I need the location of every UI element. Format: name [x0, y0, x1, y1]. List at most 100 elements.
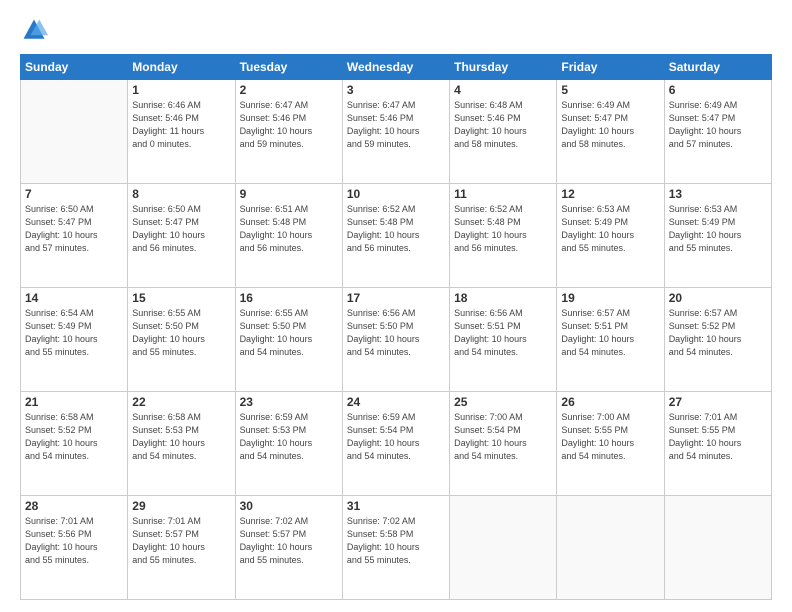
table-row [21, 80, 128, 184]
day-info: Sunrise: 6:49 AM Sunset: 5:47 PM Dayligh… [669, 99, 767, 151]
table-row: 4 Sunrise: 6:48 AM Sunset: 5:46 PM Daylig… [450, 80, 557, 184]
table-row: 27Sunrise: 7:01 AM Sunset: 5:55 PM Dayli… [664, 392, 771, 496]
day-number: 1 [132, 83, 230, 97]
col-header-monday: Monday [128, 55, 235, 80]
header [20, 16, 772, 44]
day-number: 26 [561, 395, 659, 409]
day-info: Sunrise: 6:48 AM Sunset: 5:46 PM Dayligh… [454, 99, 552, 151]
table-row: 18 Sunrise: 6:56 AM Sunset: 5:51 PM Dayli… [450, 288, 557, 392]
table-row: 12 Sunrise: 6:53 AM Sunset: 5:49 PM Dayli… [557, 184, 664, 288]
table-row: 19Sunrise: 6:57 AM Sunset: 5:51 PM Dayli… [557, 288, 664, 392]
day-info: Sunrise: 6:57 AM Sunset: 5:52 PM Dayligh… [669, 307, 767, 359]
day-number: 16 [240, 291, 338, 305]
day-info: Sunrise: 7:02 AM Sunset: 5:57 PM Dayligh… [240, 515, 338, 567]
day-number: 31 [347, 499, 445, 513]
day-info: Sunrise: 6:53 AM Sunset: 5:49 PM Dayligh… [561, 203, 659, 255]
week-row-3: 21Sunrise: 6:58 AM Sunset: 5:52 PM Dayli… [21, 392, 772, 496]
table-row: 20 Sunrise: 6:57 AM Sunset: 5:52 PM Dayli… [664, 288, 771, 392]
day-number: 13 [669, 187, 767, 201]
day-number: 4 [454, 83, 552, 97]
day-number: 19 [561, 291, 659, 305]
day-info: Sunrise: 7:00 AM Sunset: 5:55 PM Dayligh… [561, 411, 659, 463]
table-row: 5 Sunrise: 6:49 AM Sunset: 5:47 PM Daylig… [557, 80, 664, 184]
table-row: 10 Sunrise: 6:52 AM Sunset: 5:48 PM Dayli… [342, 184, 449, 288]
day-info: Sunrise: 6:52 AM Sunset: 5:48 PM Dayligh… [454, 203, 552, 255]
day-number: 8 [132, 187, 230, 201]
day-number: 6 [669, 83, 767, 97]
day-info: Sunrise: 6:47 AM Sunset: 5:46 PM Dayligh… [240, 99, 338, 151]
table-row: 17 Sunrise: 6:56 AM Sunset: 5:50 PM Dayli… [342, 288, 449, 392]
table-row: 7 Sunrise: 6:50 AM Sunset: 5:47 PM Daylig… [21, 184, 128, 288]
day-info: Sunrise: 6:51 AM Sunset: 5:48 PM Dayligh… [240, 203, 338, 255]
day-info: Sunrise: 6:59 AM Sunset: 5:54 PM Dayligh… [347, 411, 445, 463]
day-info: Sunrise: 7:01 AM Sunset: 5:55 PM Dayligh… [669, 411, 767, 463]
table-row: 14 Sunrise: 6:54 AM Sunset: 5:49 PM Dayli… [21, 288, 128, 392]
day-number: 15 [132, 291, 230, 305]
day-number: 7 [25, 187, 123, 201]
day-info: Sunrise: 6:59 AM Sunset: 5:53 PM Dayligh… [240, 411, 338, 463]
table-row: 25Sunrise: 7:00 AM Sunset: 5:54 PM Dayli… [450, 392, 557, 496]
day-info: Sunrise: 7:02 AM Sunset: 5:58 PM Dayligh… [347, 515, 445, 567]
table-row: 11 Sunrise: 6:52 AM Sunset: 5:48 PM Dayli… [450, 184, 557, 288]
day-number: 10 [347, 187, 445, 201]
table-row: 6 Sunrise: 6:49 AM Sunset: 5:47 PM Daylig… [664, 80, 771, 184]
day-info: Sunrise: 6:55 AM Sunset: 5:50 PM Dayligh… [132, 307, 230, 359]
col-header-friday: Friday [557, 55, 664, 80]
table-row: 8 Sunrise: 6:50 AM Sunset: 5:47 PM Daylig… [128, 184, 235, 288]
day-info: Sunrise: 6:50 AM Sunset: 5:47 PM Dayligh… [132, 203, 230, 255]
day-info: Sunrise: 7:01 AM Sunset: 5:56 PM Dayligh… [25, 515, 123, 567]
week-row-2: 14 Sunrise: 6:54 AM Sunset: 5:49 PM Dayli… [21, 288, 772, 392]
day-number: 20 [669, 291, 767, 305]
table-row: 23 Sunrise: 6:59 AM Sunset: 5:53 PM Dayli… [235, 392, 342, 496]
table-row: 13 Sunrise: 6:53 AM Sunset: 5:49 PM Dayli… [664, 184, 771, 288]
day-info: Sunrise: 6:58 AM Sunset: 5:53 PM Dayligh… [132, 411, 230, 463]
day-number: 3 [347, 83, 445, 97]
day-info: Sunrise: 6:50 AM Sunset: 5:47 PM Dayligh… [25, 203, 123, 255]
day-info: Sunrise: 6:49 AM Sunset: 5:47 PM Dayligh… [561, 99, 659, 151]
logo-icon [20, 16, 48, 44]
table-row: 16 Sunrise: 6:55 AM Sunset: 5:50 PM Dayli… [235, 288, 342, 392]
table-row: 22Sunrise: 6:58 AM Sunset: 5:53 PM Dayli… [128, 392, 235, 496]
col-header-saturday: Saturday [664, 55, 771, 80]
calendar-table: SundayMondayTuesdayWednesdayThursdayFrid… [20, 54, 772, 600]
day-info: Sunrise: 6:52 AM Sunset: 5:48 PM Dayligh… [347, 203, 445, 255]
table-row: 26 Sunrise: 7:00 AM Sunset: 5:55 PM Dayli… [557, 392, 664, 496]
day-number: 30 [240, 499, 338, 513]
page: SundayMondayTuesdayWednesdayThursdayFrid… [0, 0, 792, 612]
day-info: Sunrise: 7:00 AM Sunset: 5:54 PM Dayligh… [454, 411, 552, 463]
day-info: Sunrise: 6:56 AM Sunset: 5:50 PM Dayligh… [347, 307, 445, 359]
day-number: 17 [347, 291, 445, 305]
day-number: 23 [240, 395, 338, 409]
table-row [557, 496, 664, 600]
table-row: 9 Sunrise: 6:51 AM Sunset: 5:48 PM Daylig… [235, 184, 342, 288]
day-number: 24 [347, 395, 445, 409]
day-number: 21 [25, 395, 123, 409]
table-row: 2 Sunrise: 6:47 AM Sunset: 5:46 PM Daylig… [235, 80, 342, 184]
table-row: 28Sunrise: 7:01 AM Sunset: 5:56 PM Dayli… [21, 496, 128, 600]
week-row-1: 7 Sunrise: 6:50 AM Sunset: 5:47 PM Daylig… [21, 184, 772, 288]
col-header-sunday: Sunday [21, 55, 128, 80]
week-row-0: 1Sunrise: 6:46 AM Sunset: 5:46 PM Daylig… [21, 80, 772, 184]
day-number: 11 [454, 187, 552, 201]
day-number: 9 [240, 187, 338, 201]
day-info: Sunrise: 6:55 AM Sunset: 5:50 PM Dayligh… [240, 307, 338, 359]
day-number: 18 [454, 291, 552, 305]
day-info: Sunrise: 6:53 AM Sunset: 5:49 PM Dayligh… [669, 203, 767, 255]
day-number: 2 [240, 83, 338, 97]
logo [20, 16, 52, 44]
table-row: 15 Sunrise: 6:55 AM Sunset: 5:50 PM Dayli… [128, 288, 235, 392]
table-row: 30 Sunrise: 7:02 AM Sunset: 5:57 PM Dayli… [235, 496, 342, 600]
day-number: 5 [561, 83, 659, 97]
table-row [664, 496, 771, 600]
day-number: 29 [132, 499, 230, 513]
col-header-wednesday: Wednesday [342, 55, 449, 80]
day-number: 12 [561, 187, 659, 201]
week-row-4: 28Sunrise: 7:01 AM Sunset: 5:56 PM Dayli… [21, 496, 772, 600]
table-row: 1Sunrise: 6:46 AM Sunset: 5:46 PM Daylig… [128, 80, 235, 184]
day-number: 14 [25, 291, 123, 305]
col-header-tuesday: Tuesday [235, 55, 342, 80]
day-info: Sunrise: 6:54 AM Sunset: 5:49 PM Dayligh… [25, 307, 123, 359]
table-row: 24 Sunrise: 6:59 AM Sunset: 5:54 PM Dayli… [342, 392, 449, 496]
day-info: Sunrise: 6:56 AM Sunset: 5:51 PM Dayligh… [454, 307, 552, 359]
table-row: 31 Sunrise: 7:02 AM Sunset: 5:58 PM Dayli… [342, 496, 449, 600]
